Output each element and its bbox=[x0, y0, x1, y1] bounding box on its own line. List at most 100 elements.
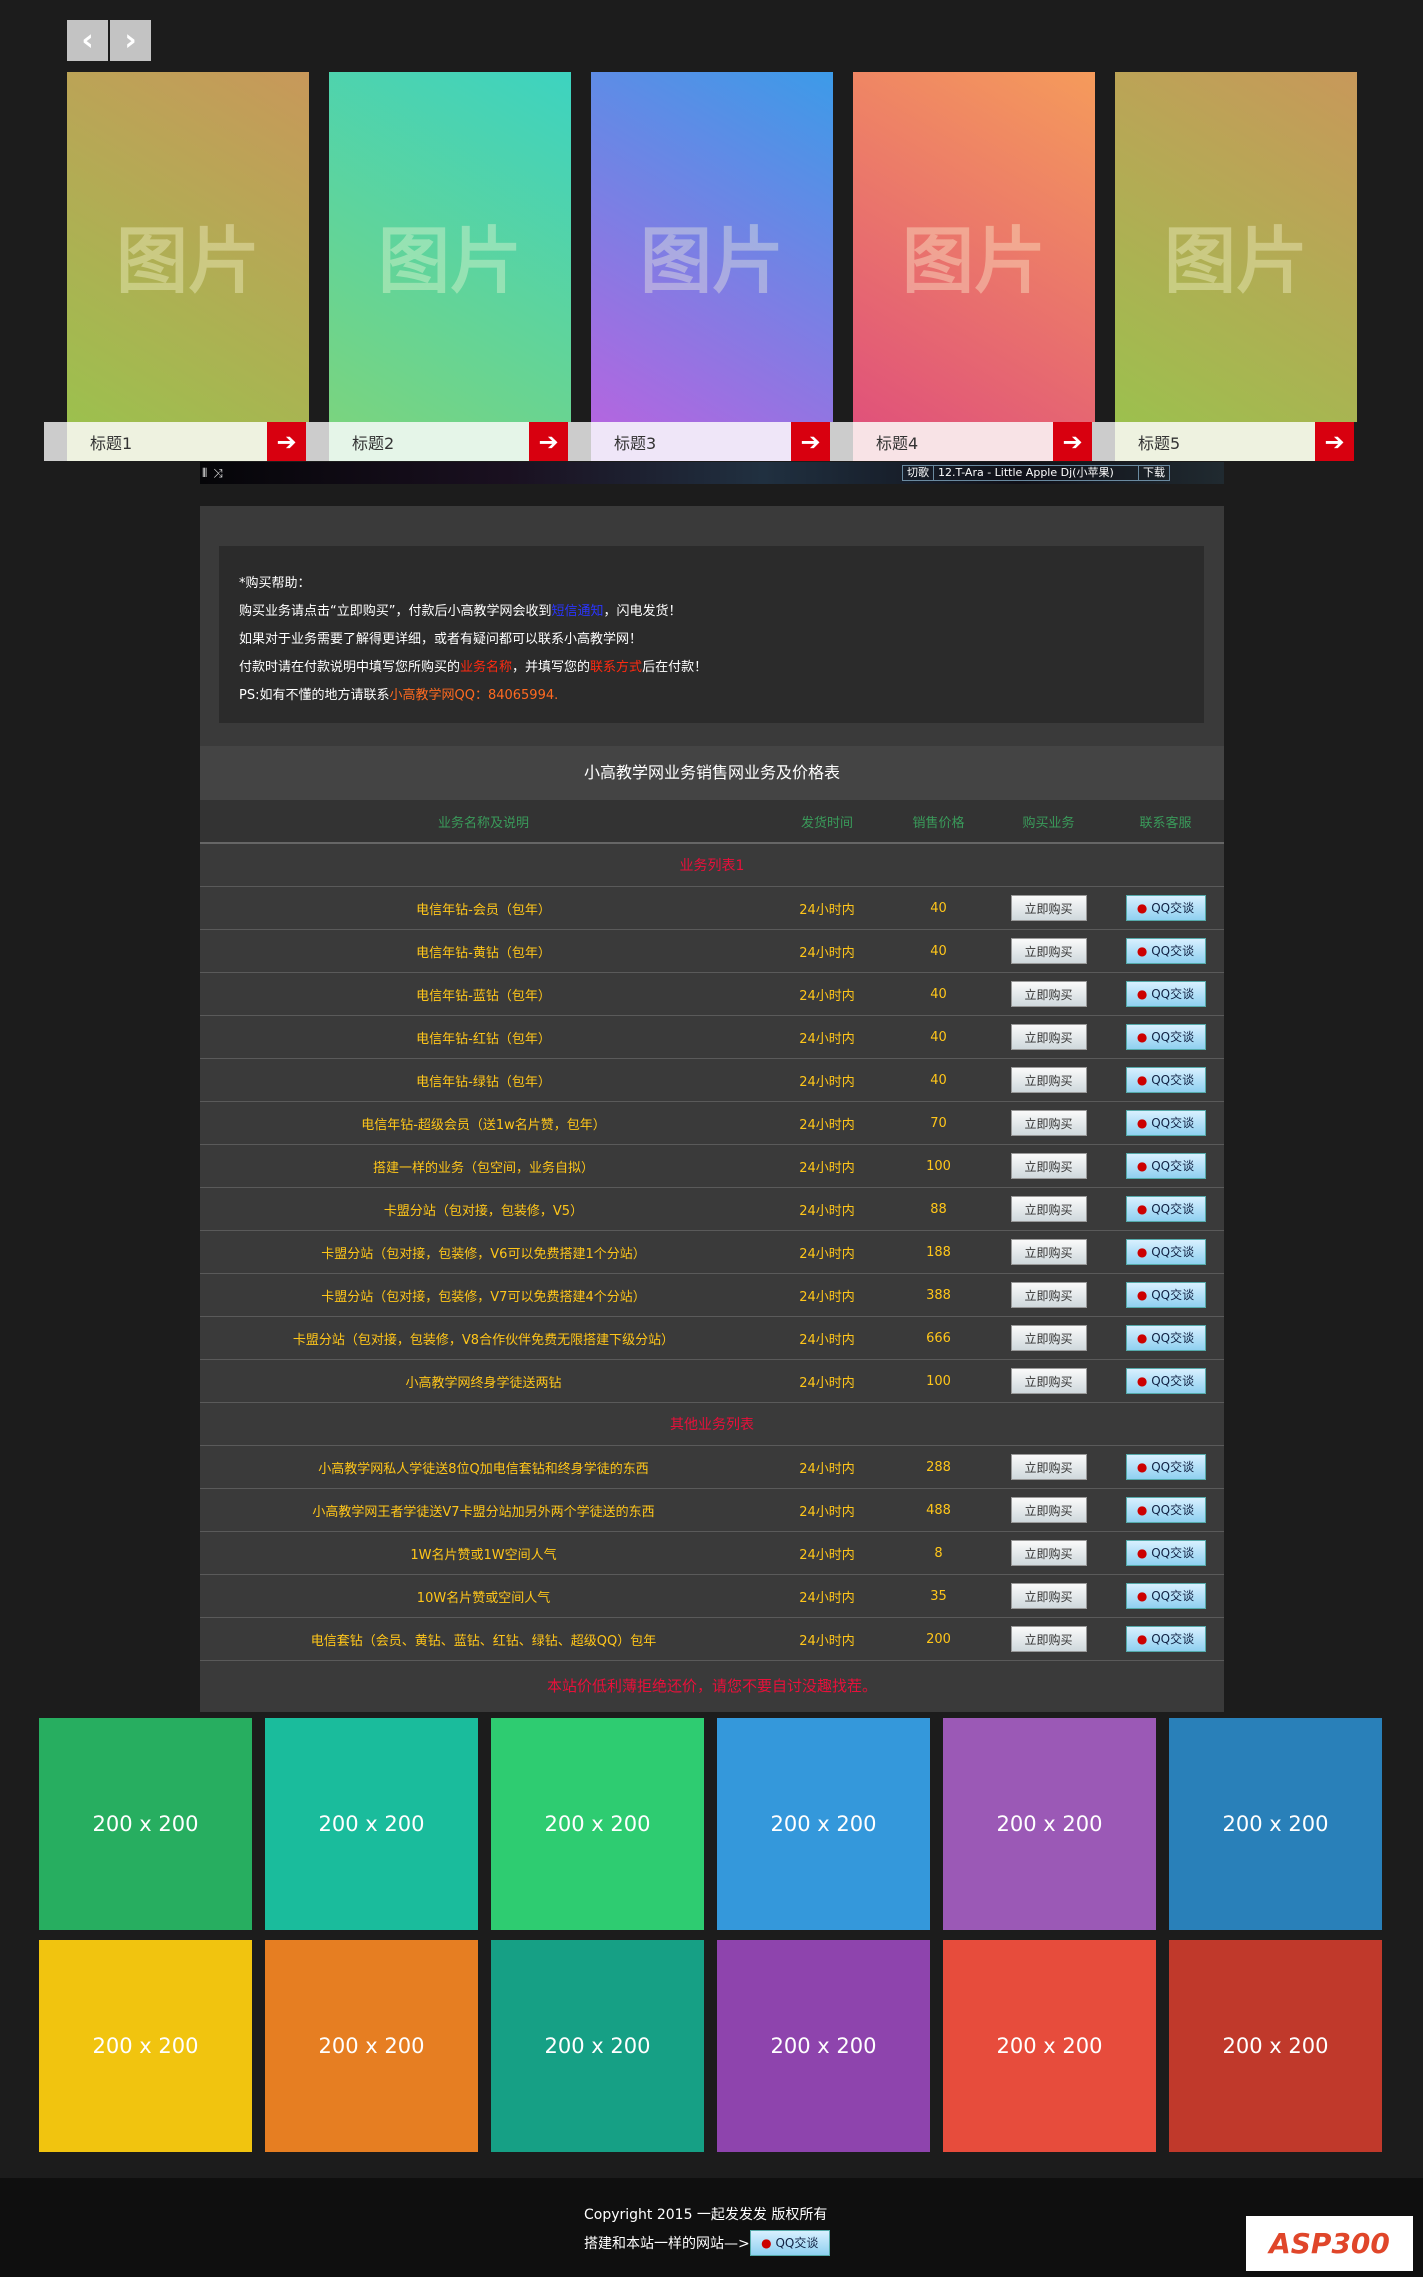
qq-chat-button[interactable]: ● QQ交谈 bbox=[1125, 1196, 1206, 1222]
qq-chat-button[interactable]: ● QQ交谈 bbox=[1125, 1282, 1206, 1308]
qq-chat-button[interactable]: ● QQ交谈 bbox=[1125, 1540, 1206, 1566]
placeholder-tile[interactable]: 200 x 200 bbox=[39, 1718, 252, 1930]
qq-penguin-icon: ● bbox=[1136, 1116, 1148, 1130]
download-button[interactable]: 下载 bbox=[1139, 466, 1169, 480]
qq-chat-button[interactable]: ● QQ交谈 bbox=[1125, 1153, 1206, 1179]
delivery-time: 24小时内 bbox=[799, 1375, 855, 1391]
qq-chat-button[interactable]: ● QQ交谈 bbox=[1125, 938, 1206, 964]
placeholder-tile[interactable]: 200 x 200 bbox=[1169, 1940, 1382, 2152]
table-row: 10W名片赞或空间人气 24小时内 35 立即购买 ● QQ交谈 bbox=[200, 1575, 1224, 1618]
price-note: 本站价低利薄拒绝还价，请您不要自讨没趣找茬。 bbox=[546, 1677, 877, 1695]
buy-now-button[interactable]: 立即购买 bbox=[1010, 895, 1087, 921]
table-row: 小高教学网王者学徒送V7卡盟分站加另外两个学徒送的东西 24小时内 488 立即购买… bbox=[200, 1489, 1224, 1532]
buy-now-button[interactable]: 立即购买 bbox=[1010, 1540, 1087, 1566]
table-row: 卡盟分站（包对接，包装修，V5） 24小时内 88 立即购买 ● QQ交谈 bbox=[200, 1188, 1224, 1231]
table-row: 电信年钻-绿钻（包年） 24小时内 40 立即购买 ● QQ交谈 bbox=[200, 1059, 1224, 1102]
qq-penguin-icon: ● bbox=[1136, 1632, 1148, 1646]
buy-now-button[interactable]: 立即购买 bbox=[1010, 1497, 1087, 1523]
prev-arrow-button[interactable]: ‹ bbox=[67, 20, 108, 61]
slide-image[interactable]: 图片 bbox=[1115, 72, 1357, 422]
table-header: 业务名称及说明 发货时间 销售价格 购买业务 联系客服 bbox=[200, 800, 1224, 844]
qq-penguin-icon: ● bbox=[1136, 1503, 1148, 1517]
switch-song-button[interactable]: 切歌 bbox=[903, 466, 934, 480]
buy-now-button[interactable]: 立即购买 bbox=[1010, 1454, 1087, 1480]
placeholder-tile[interactable]: 200 x 200 bbox=[943, 1940, 1156, 2152]
buy-now-button[interactable]: 立即购买 bbox=[1010, 1583, 1087, 1609]
qq-chat-button[interactable]: ● QQ交谈 bbox=[1125, 981, 1206, 1007]
qq-chat-button[interactable]: ● QQ交谈 bbox=[1125, 1583, 1206, 1609]
song-select[interactable]: 12.T-Ara - Little Apple Dj(小苹果) bbox=[934, 466, 1139, 480]
placeholder-tile[interactable]: 200 x 200 bbox=[491, 1718, 704, 1930]
qq-chat-button[interactable]: ● QQ交谈 bbox=[1125, 895, 1206, 921]
slide-image[interactable]: 图片 bbox=[67, 72, 309, 422]
equalizer-icon[interactable]: ⦀ bbox=[202, 466, 207, 481]
section-header: 业务列表1 bbox=[200, 844, 1224, 887]
delivery-time: 24小时内 bbox=[799, 1504, 855, 1520]
price: 88 bbox=[930, 1201, 947, 1217]
price: 100 bbox=[926, 1373, 951, 1389]
qq-chat-button[interactable]: ● QQ交谈 bbox=[1125, 1368, 1206, 1394]
arrow-right-icon[interactable]: ➔ bbox=[791, 422, 830, 461]
delivery-time: 24小时内 bbox=[799, 1461, 855, 1477]
buy-now-button[interactable]: 立即购买 bbox=[1010, 1239, 1087, 1265]
buy-now-button[interactable]: 立即购买 bbox=[1010, 1282, 1087, 1308]
footer-qq-button[interactable]: ● QQ交谈 bbox=[749, 2230, 830, 2256]
qq-chat-button[interactable]: ● QQ交谈 bbox=[1125, 1497, 1206, 1523]
buy-now-button[interactable]: 立即购买 bbox=[1010, 1024, 1087, 1050]
table-row: 搭建一样的业务（包空间，业务自拟） 24小时内 100 立即购买 ● QQ交谈 bbox=[200, 1145, 1224, 1188]
qq-chat-button[interactable]: ● QQ交谈 bbox=[1125, 1454, 1206, 1480]
qq-chat-button[interactable]: ● QQ交谈 bbox=[1125, 1626, 1206, 1652]
placeholder-tile[interactable]: 200 x 200 bbox=[717, 1940, 930, 2152]
buy-now-button[interactable]: 立即购买 bbox=[1010, 981, 1087, 1007]
placeholder-tile[interactable]: 200 x 200 bbox=[265, 1940, 478, 2152]
service-name: 卡盟分站（包对接，包装修，V5） bbox=[383, 1203, 584, 1219]
slider-nav: ‹ › bbox=[67, 20, 151, 61]
qq-chat-button[interactable]: ● QQ交谈 bbox=[1125, 1024, 1206, 1050]
qq-chat-button[interactable]: ● QQ交谈 bbox=[1125, 1325, 1206, 1351]
shuffle-icon[interactable]: ⤨ bbox=[213, 466, 223, 481]
buy-now-button[interactable]: 立即购买 bbox=[1010, 1153, 1087, 1179]
qq-penguin-icon: ● bbox=[1136, 901, 1148, 915]
delivery-time: 24小时内 bbox=[799, 1117, 855, 1133]
arrow-right-icon[interactable]: ➔ bbox=[267, 422, 306, 461]
next-arrow-button[interactable]: › bbox=[110, 20, 151, 61]
buy-now-button[interactable]: 立即购买 bbox=[1010, 1368, 1087, 1394]
buy-now-button[interactable]: 立即购买 bbox=[1010, 1067, 1087, 1093]
qq-chat-button[interactable]: ● QQ交谈 bbox=[1125, 1110, 1206, 1136]
price: 288 bbox=[926, 1459, 951, 1475]
service-name: 电信年钻-黄钻（包年） bbox=[416, 945, 551, 961]
placeholder-tile[interactable]: 200 x 200 bbox=[39, 1940, 252, 2152]
buy-now-button[interactable]: 立即购买 bbox=[1010, 1110, 1087, 1136]
delivery-time: 24小时内 bbox=[799, 1547, 855, 1563]
buy-now-button[interactable]: 立即购买 bbox=[1010, 1196, 1087, 1222]
slide-image[interactable]: 图片 bbox=[329, 72, 571, 422]
arrow-right-icon[interactable]: ➔ bbox=[529, 422, 568, 461]
placeholder-tile[interactable]: 200 x 200 bbox=[717, 1718, 930, 1930]
service-name: 10W名片赞或空间人气 bbox=[416, 1590, 551, 1606]
help-line: 付款时请在付款说明中填写您所购买的业务名称，并填写您的联系方式后在付款！ bbox=[239, 660, 708, 675]
image-placeholder: 图片 bbox=[115, 219, 260, 303]
delivery-time: 24小时内 bbox=[799, 1160, 855, 1176]
buy-now-button[interactable]: 立即购买 bbox=[1010, 1325, 1087, 1351]
arrow-right-icon[interactable]: ➔ bbox=[1315, 422, 1354, 461]
service-name: 电信年钻-红钻（包年） bbox=[416, 1031, 551, 1047]
qq-chat-button[interactable]: ● QQ交谈 bbox=[1125, 1067, 1206, 1093]
qq-chat-button[interactable]: ● QQ交谈 bbox=[1125, 1239, 1206, 1265]
placeholder-tile[interactable]: 200 x 200 bbox=[491, 1940, 704, 2152]
placeholder-tile[interactable]: 200 x 200 bbox=[265, 1718, 478, 1930]
service-name: 电信年钻-蓝钻（包年） bbox=[416, 988, 551, 1004]
buy-now-button[interactable]: 立即购买 bbox=[1010, 1626, 1087, 1652]
price: 40 bbox=[930, 986, 947, 1002]
buy-now-button[interactable]: 立即购买 bbox=[1010, 938, 1087, 964]
placeholder-tile[interactable]: 200 x 200 bbox=[1169, 1718, 1382, 1930]
slide-image[interactable]: 图片 bbox=[853, 72, 1095, 422]
placeholder-tile[interactable]: 200 x 200 bbox=[943, 1718, 1156, 1930]
arrow-right-icon[interactable]: ➔ bbox=[1053, 422, 1092, 461]
slide-image[interactable]: 图片 bbox=[591, 72, 833, 422]
service-name: 卡盟分站（包对接，包装修，V6可以免费搭建1个分站） bbox=[321, 1246, 646, 1262]
table-row: 小高教学网私人学徒送8位Q加电信套钻和终身学徒的东西 24小时内 288 立即购买 … bbox=[200, 1446, 1224, 1489]
help-line: 如果对于业务需要了解得更详细，或者有疑问都可以联系小高教学网！ bbox=[239, 632, 643, 647]
qq-penguin-icon: ● bbox=[1136, 944, 1148, 958]
price: 40 bbox=[930, 1029, 947, 1045]
qq-penguin-icon: ● bbox=[761, 2236, 772, 2250]
